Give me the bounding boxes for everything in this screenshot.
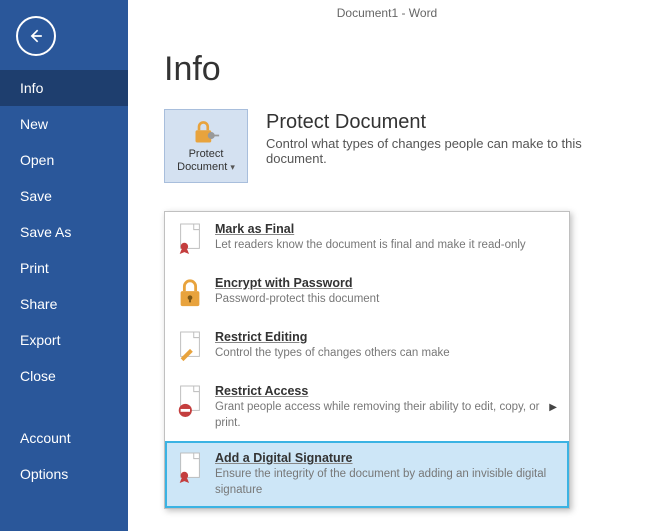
window-title: Document1 - Word [128,0,646,26]
nav-close[interactable]: Close [0,358,128,394]
nav-list: Info New Open Save Save As Print Share E… [0,70,128,492]
nav-save[interactable]: Save [0,178,128,214]
chevron-right-icon: ▶ [549,402,557,413]
page-title: Info [164,50,646,89]
menu-mark-as-final[interactable]: Mark as FinalLet readers know the docume… [165,212,569,266]
document-ribbon-icon [175,451,205,485]
menu-encrypt-password[interactable]: Encrypt with PasswordPassword-protect th… [165,266,569,320]
lock-key-icon [191,118,221,146]
document-ribbon-icon [175,222,205,256]
nav-export[interactable]: Export [0,322,128,358]
back-button[interactable] [16,16,56,56]
chevron-down-icon: ▾ [230,162,235,172]
protect-desc: Control what types of changes people can… [266,136,646,166]
nav-save-as[interactable]: Save As [0,214,128,250]
document-pencil-icon [175,330,205,364]
nav-info[interactable]: Info [0,70,128,106]
protect-document-menu: Mark as FinalLet readers know the docume… [164,211,570,509]
menu-restrict-editing[interactable]: Restrict EditingControl the types of cha… [165,320,569,374]
nav-account[interactable]: Account [0,420,128,456]
protect-heading: Protect Document [266,111,646,134]
protect-document-button[interactable]: ProtectDocument ▾ [164,109,248,183]
lock-icon [175,276,205,310]
nav-print[interactable]: Print [0,250,128,286]
arrow-left-icon [26,26,46,46]
document-no-entry-icon [175,384,205,418]
nav-share[interactable]: Share [0,286,128,322]
nav-open[interactable]: Open [0,142,128,178]
backstage-sidebar: Info New Open Save Save As Print Share E… [0,0,128,531]
menu-restrict-access[interactable]: Restrict AccessGrant people access while… [165,374,569,441]
nav-new[interactable]: New [0,106,128,142]
main-pane: Document1 - Word Info ProtectDocument ▾ … [128,0,646,531]
nav-options[interactable]: Options [0,456,128,492]
menu-add-digital-signature[interactable]: Add a Digital SignatureEnsure the integr… [165,441,569,508]
